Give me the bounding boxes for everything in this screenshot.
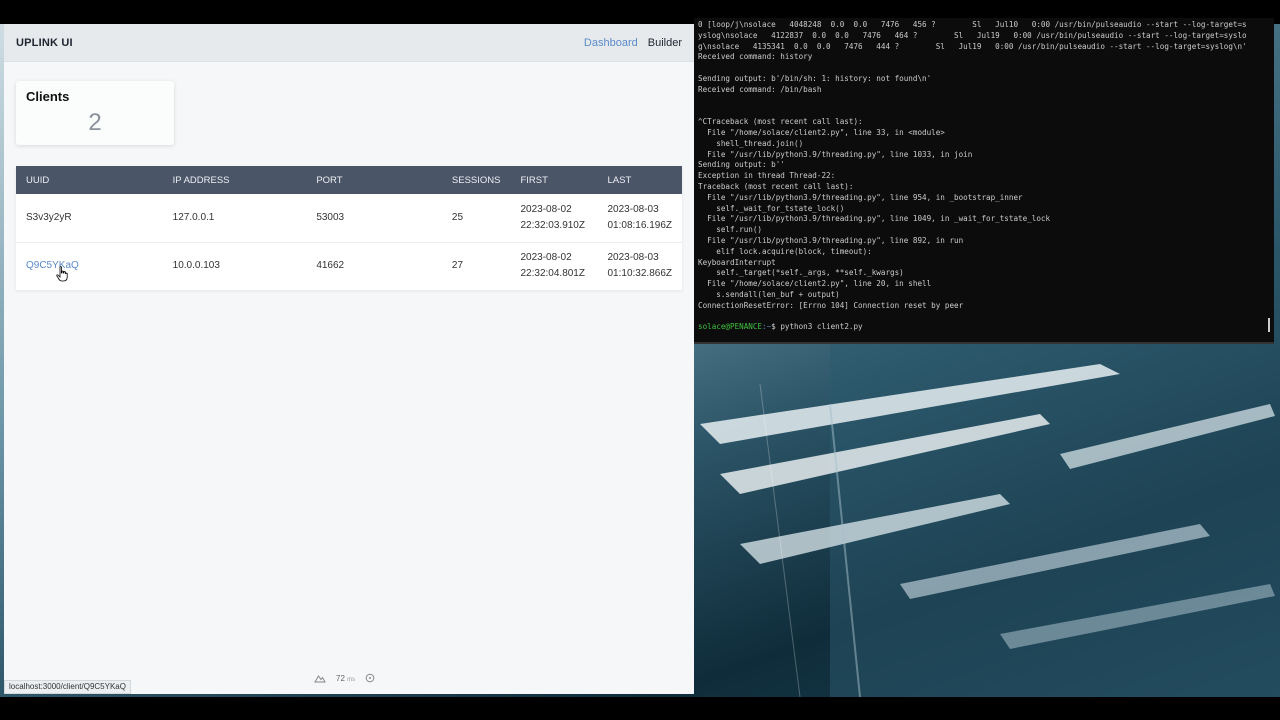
table-row[interactable]: Q9C5YKaQ 10.0.0.103 41662 27 2023-08-02 … <box>16 241 682 290</box>
cell-port: 53003 <box>316 211 345 223</box>
terminal-line: g\nsolace 4135341 0.0 0.0 7476 444 ? Sl … <box>698 41 1247 51</box>
terminal-line: ConnectionResetError: [Errno 104] Connec… <box>698 300 964 310</box>
table-header-row: UUID IP ADDRESS PORT SESSIONS FIRST LAST <box>16 166 682 194</box>
column-header-first: FIRST <box>520 174 548 186</box>
terminal-line: elif lock.acquire(block, timeout): <box>698 246 872 256</box>
terminal-line: self._wait_for_tstate_lock() <box>698 203 845 213</box>
terminal-line: Sending output: b'' <box>698 160 785 170</box>
last-date: 2023-08-03 <box>607 203 659 215</box>
terminal-line: yslog\nsolace 4122837 0.0 0.0 7476 464 ?… <box>698 30 1247 40</box>
cell-ip: 127.0.0.1 <box>172 211 215 223</box>
terminal-line: Received command: history <box>698 52 813 62</box>
first-time: 22:32:04.801Z <box>520 268 585 280</box>
terminal-line: Traceback (most recent call last): <box>698 181 854 191</box>
terminal-line: File "/usr/lib/python3.9/threading.py", … <box>698 149 973 159</box>
cell-first: 2023-08-02 22:32:03.910Z <box>510 194 597 242</box>
first-date: 2023-08-02 <box>520 252 572 264</box>
clients-stat-title: Clients <box>26 89 70 104</box>
terminal-line: File "/usr/lib/python3.9/threading.py", … <box>698 214 1051 224</box>
terminal-scrollbar[interactable] <box>1268 318 1270 332</box>
terminal-line: self._target(*self._args, **self._kwargs… <box>698 268 904 278</box>
terminal-output: 0 [loop/j\nsolace 4048248 0.0 0.0 7476 4… <box>694 18 1274 335</box>
hand-pointer-icon <box>56 266 68 282</box>
settings-circle-icon[interactable] <box>365 673 375 683</box>
bottom-letterbox <box>0 697 1280 720</box>
cell-sessions: 25 <box>451 211 464 223</box>
cell-last: 2023-08-03 01:08:16.196Z <box>598 194 683 242</box>
terminal-line: 0 [loop/j\nsolace 4048248 0.0 0.0 7476 4… <box>698 20 1247 29</box>
terminal-line: Exception in thread Thread-22: <box>698 171 836 181</box>
terminal-line: ^CTraceback (most recent call last): <box>698 117 863 127</box>
column-header-sessions: SESSIONS <box>451 174 501 186</box>
dev-timing-indicator: 72 ms <box>314 670 375 686</box>
nav-builder-link[interactable]: Builder <box>648 37 682 49</box>
prompt-command: $ python3 client2.py <box>771 322 863 332</box>
cell-port: 41662 <box>306 241 442 290</box>
cell-ip: 10.0.0.103 <box>162 241 307 290</box>
status-bar-url: localhost:3000/client/Q9C5YKaQ <box>4 680 131 694</box>
column-header-uuid: UUID <box>26 174 50 186</box>
last-time: 01:08:16.196Z <box>607 219 673 231</box>
timing-unit: ms <box>347 676 356 683</box>
first-date: 2023-08-02 <box>520 203 572 215</box>
last-time: 01:10:32.866Z <box>607 268 673 280</box>
mountain-icon[interactable] <box>314 673 326 683</box>
column-header-ip: IP ADDRESS <box>172 174 230 186</box>
table-row[interactable]: S3v3y2yR 127.0.0.1 53003 25 2023-08-02 2… <box>16 194 682 242</box>
terminal-line: shell_thread.join() <box>698 138 804 148</box>
clients-stat-card: Clients 2 <box>16 81 174 145</box>
terminal-line: self.run() <box>698 225 763 235</box>
terminal-line: Received command: /bin/bash <box>698 84 822 94</box>
terminal-line: s.sendall(len_buf + output) <box>698 289 840 299</box>
prompt-path: :~ <box>762 322 772 332</box>
column-header-port: PORT <box>316 174 343 186</box>
terminal-line: KeyboardInterrupt <box>698 257 776 267</box>
nav-links: Dashboard Builder <box>584 37 682 49</box>
terminal-line: File "/usr/lib/python3.9/threading.py", … <box>698 235 964 245</box>
clients-stat-value: 2 <box>88 109 102 136</box>
column-header-last: LAST <box>607 174 632 186</box>
cell-first: 2023-08-02 22:32:04.801Z <box>510 241 598 290</box>
terminal-prompt: solace@PENANCE:~$ python3 client2.py <box>698 322 1270 333</box>
browser-window: UPLINK UI Dashboard Builder Clients 2 UU… <box>4 24 694 694</box>
prompt-user: solace@PENANCE <box>698 322 763 332</box>
timing-readout: 72 ms <box>336 674 355 683</box>
cell-uuid: Q9C5YKaQ <box>16 241 163 290</box>
navbar: UPLINK UI Dashboard Builder <box>4 24 694 62</box>
brand-logo[interactable]: UPLINK UI <box>16 37 73 49</box>
clients-table: UUID IP ADDRESS PORT SESSIONS FIRST LAST… <box>16 166 682 290</box>
terminal-line: Sending output: b'/bin/sh: 1: history: n… <box>698 73 932 83</box>
cell-sessions: 27 <box>441 241 511 290</box>
cell-last: 2023-08-03 01:10:32.866Z <box>597 241 682 290</box>
terminal-line: File "/usr/lib/python3.9/threading.py", … <box>698 192 1023 202</box>
last-date: 2023-08-03 <box>607 252 659 264</box>
terminal-window[interactable]: 0 [loop/j\nsolace 4048248 0.0 0.0 7476 4… <box>694 18 1274 344</box>
cell-uuid[interactable]: S3v3y2yR <box>16 194 163 242</box>
nav-dashboard-link[interactable]: Dashboard <box>584 37 638 49</box>
first-time: 22:32:03.910Z <box>520 219 585 231</box>
client-uuid-link[interactable]: Q9C5YKaQ <box>26 260 79 271</box>
terminal-line: File "/home/solace/client2.py", line 20,… <box>698 279 932 289</box>
terminal-line: File "/home/solace/client2.py", line 33,… <box>698 127 945 137</box>
timing-value: 72 <box>336 673 345 683</box>
